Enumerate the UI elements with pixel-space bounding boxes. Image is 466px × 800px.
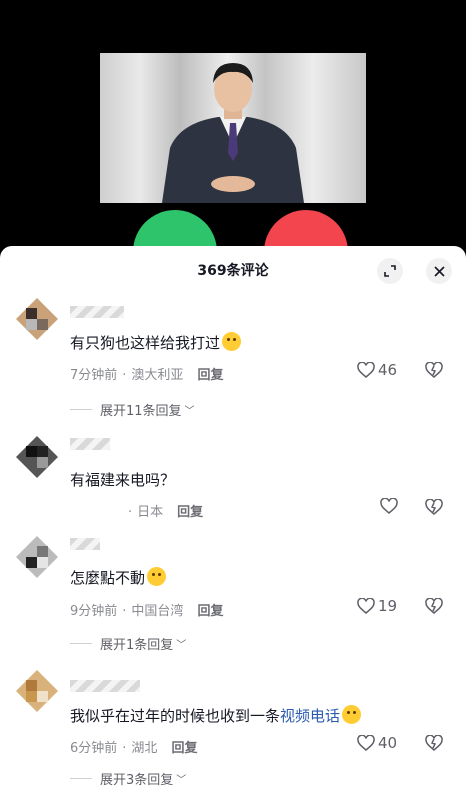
expand-sheet-button[interactable] <box>377 258 403 284</box>
reply-button[interactable]: 回复 <box>197 604 223 619</box>
comment-location: 中国台湾 <box>131 604 184 619</box>
comments-header: 369条评论 <box>0 246 466 294</box>
reply-button[interactable]: 回复 <box>177 505 203 520</box>
close-icon <box>433 265 445 277</box>
expand-replies-label: 展开11条回复 <box>100 404 182 419</box>
dislike-button[interactable] <box>425 597 443 619</box>
expand-replies-label: 展开3条回复 <box>100 773 174 788</box>
incoming-video-call <box>0 0 466 294</box>
comment-meta: · 日本 回复 <box>128 505 204 520</box>
avatar[interactable] <box>16 298 58 340</box>
comment-time: 6分钟前 <box>70 741 118 756</box>
expand-replies-button[interactable]: 展开1条回复 ﹀ <box>70 634 186 653</box>
chevron-down-icon: ﹀ <box>184 406 195 417</box>
close-sheet-button[interactable] <box>426 258 452 284</box>
caller-figure <box>162 63 304 203</box>
expand-icon <box>384 265 396 277</box>
comment-meta: 7分钟前 · 澳大利亚 回复 <box>70 368 224 383</box>
video-call-link[interactable]: 视频电话 <box>280 707 340 725</box>
comment-meta: 9分钟前 · 中国台湾 回复 <box>70 604 224 619</box>
comment-location: 湖北 <box>131 741 158 756</box>
avatar[interactable] <box>16 670 58 712</box>
chevron-down-icon: ﹀ <box>176 640 187 651</box>
expand-replies-button[interactable]: 展开3条回复 ﹀ <box>70 769 186 788</box>
expand-replies-label: 展开1条回复 <box>100 638 174 653</box>
username[interactable] <box>70 438 110 450</box>
like-button[interactable] <box>380 498 401 515</box>
heart-icon <box>357 361 375 378</box>
comment-text: 有只狗也这样给我打过 <box>70 332 242 353</box>
comment-meta: 6分钟前 · 湖北 回复 <box>70 741 198 756</box>
reply-button[interactable]: 回复 <box>197 368 223 383</box>
broken-heart-icon <box>425 361 443 378</box>
smiling-emoji-icon <box>147 567 167 586</box>
comment-location: 日本 <box>137 505 164 520</box>
avatar[interactable] <box>16 536 58 578</box>
broken-heart-icon <box>425 734 443 751</box>
heart-icon <box>357 734 375 751</box>
heart-icon <box>380 498 398 514</box>
avatar[interactable] <box>16 436 58 478</box>
reply-button[interactable]: 回复 <box>171 741 197 756</box>
username[interactable] <box>70 680 140 692</box>
comment-text: 有福建来电吗？ <box>70 471 176 489</box>
comment-text: 怎麼點不動 <box>70 567 167 588</box>
grinning-emoji-icon <box>342 705 362 724</box>
broken-heart-icon <box>425 597 443 614</box>
dislike-button[interactable] <box>425 734 443 756</box>
caller-video-preview <box>100 53 366 203</box>
like-count: 19 <box>378 597 398 615</box>
comment-text: 我似乎在过年的时候也收到一条视频电话 <box>70 705 362 726</box>
dislike-button[interactable] <box>425 498 443 520</box>
comment-time: 7分钟前 <box>70 368 118 383</box>
dislike-button[interactable] <box>425 361 443 383</box>
comment-location: 澳大利亚 <box>131 368 184 383</box>
heart-icon <box>357 597 375 614</box>
chevron-down-icon: ﹀ <box>176 775 187 786</box>
like-button[interactable]: 46 <box>357 361 397 379</box>
comments-sheet: 369条评论 有只狗也这样给我打过 7分钟前 · 澳大利亚 回复 46 展开11… <box>0 246 466 800</box>
comment-time: 9分钟前 <box>70 604 118 619</box>
broken-heart-icon <box>425 498 443 515</box>
like-button[interactable]: 19 <box>357 597 397 615</box>
username[interactable] <box>70 306 124 318</box>
username[interactable] <box>70 538 100 550</box>
like-count: 46 <box>378 361 398 379</box>
like-button[interactable]: 40 <box>357 734 397 752</box>
expand-replies-button[interactable]: 展开11条回复 ﹀ <box>70 400 195 419</box>
smiling-emoji-icon <box>222 332 242 351</box>
like-count: 40 <box>378 734 398 752</box>
